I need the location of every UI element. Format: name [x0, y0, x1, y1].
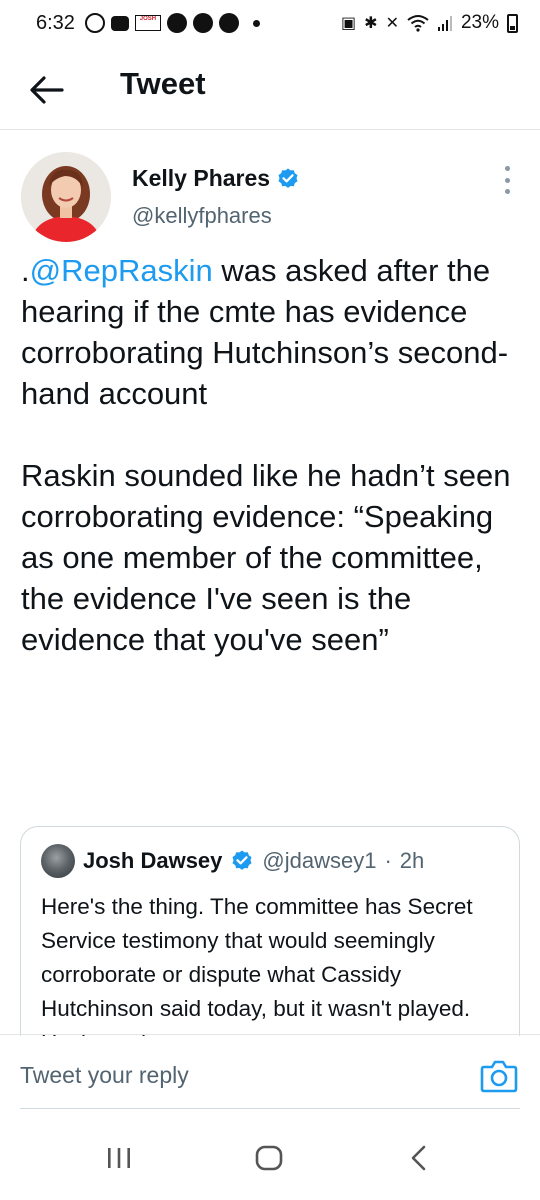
tweet-paragraph: .@RepRaskin was asked after the hearing … [21, 250, 526, 414]
lock-icon: ▣ [341, 15, 357, 32]
divider [0, 1034, 540, 1035]
author-name[interactable]: Kelly Phares [132, 165, 300, 192]
verified-badge-icon [232, 850, 252, 870]
more-options-dot [504, 189, 510, 194]
quoted-author-handle: @jdawsey1 [262, 848, 377, 873]
tweet-paragraph: Raskin sounded like he hadn’t seen corro… [21, 458, 511, 657]
reply-input[interactable]: Tweet your reply [20, 1062, 460, 1089]
quoted-tweet-card[interactable]: Josh Dawsey @jdawsey1 · 2h Here's the th… [20, 826, 520, 1036]
bluetooth-icon: ✱ [364, 15, 378, 32]
camera-button[interactable] [480, 1058, 518, 1094]
quoted-author-avatar [41, 844, 75, 878]
top-app-bar: Tweet [0, 50, 540, 130]
tweet-text: .@RepRaskin was asked after the hearing … [21, 250, 526, 660]
messenger-icon [166, 13, 187, 33]
signal-icon [437, 16, 452, 31]
recent-apps-icon [108, 1148, 130, 1168]
more-options-icon [504, 166, 510, 171]
reply-input-underline [20, 1108, 520, 1109]
chat-icon [110, 15, 129, 31]
home-button[interactable] [254, 1142, 284, 1174]
more-options-dot [504, 177, 510, 183]
quoted-author-name: Josh Dawsey [83, 848, 223, 873]
more-options-button[interactable] [500, 166, 514, 194]
status-time: 6:32 [36, 11, 75, 34]
camera-icon [480, 1060, 518, 1093]
author-name-text: Kelly Phares [132, 165, 271, 191]
messenger-icon [218, 13, 239, 33]
mute-icon: ✕ [385, 15, 399, 32]
battery-icon [507, 13, 518, 33]
more-notifications-icon [252, 19, 260, 27]
author-avatar[interactable] [21, 152, 111, 242]
status-bar: 6:32 JOSH ▣ ✱ ✕ 23% [0, 0, 540, 46]
messenger-icon [192, 13, 213, 33]
system-nav-bar [0, 1120, 540, 1200]
quoted-tweet-time: 2h [399, 848, 425, 873]
verified-badge-icon [278, 168, 298, 188]
nav-back-button[interactable] [404, 1142, 434, 1174]
whatsapp-icon [84, 13, 105, 33]
quoted-tweet-text: Here's the thing. The committee has Secr… [41, 894, 473, 1036]
recent-apps-button[interactable] [104, 1142, 134, 1174]
home-icon [255, 1145, 283, 1171]
avatar-image [21, 152, 111, 242]
quoted-tweet-header: Josh Dawsey @jdawsey1 · 2h [41, 844, 501, 878]
mention-link[interactable]: @RepRaskin [30, 253, 213, 288]
news-app-icon: JOSH [134, 15, 161, 31]
back-button[interactable] [26, 72, 66, 108]
battery-percent: 23% [460, 12, 499, 33]
wifi-icon [407, 15, 429, 32]
back-arrow-icon [30, 76, 64, 104]
nav-back-icon [411, 1145, 426, 1171]
page-title: Tweet [120, 66, 206, 101]
tweet-prefix: . [21, 253, 30, 288]
author-handle[interactable]: @kellyfphares [132, 203, 272, 229]
separator: · [384, 848, 392, 873]
